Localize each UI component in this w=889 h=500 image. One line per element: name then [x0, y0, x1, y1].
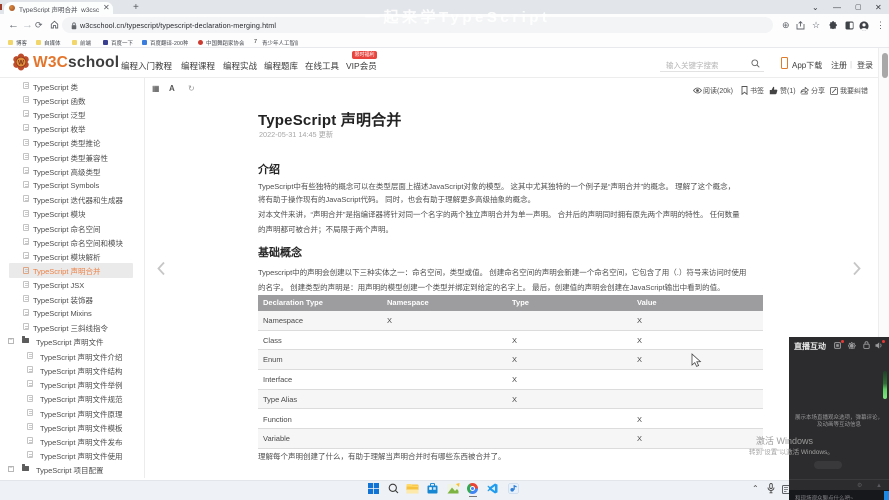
svg-text:W: W	[18, 59, 24, 66]
